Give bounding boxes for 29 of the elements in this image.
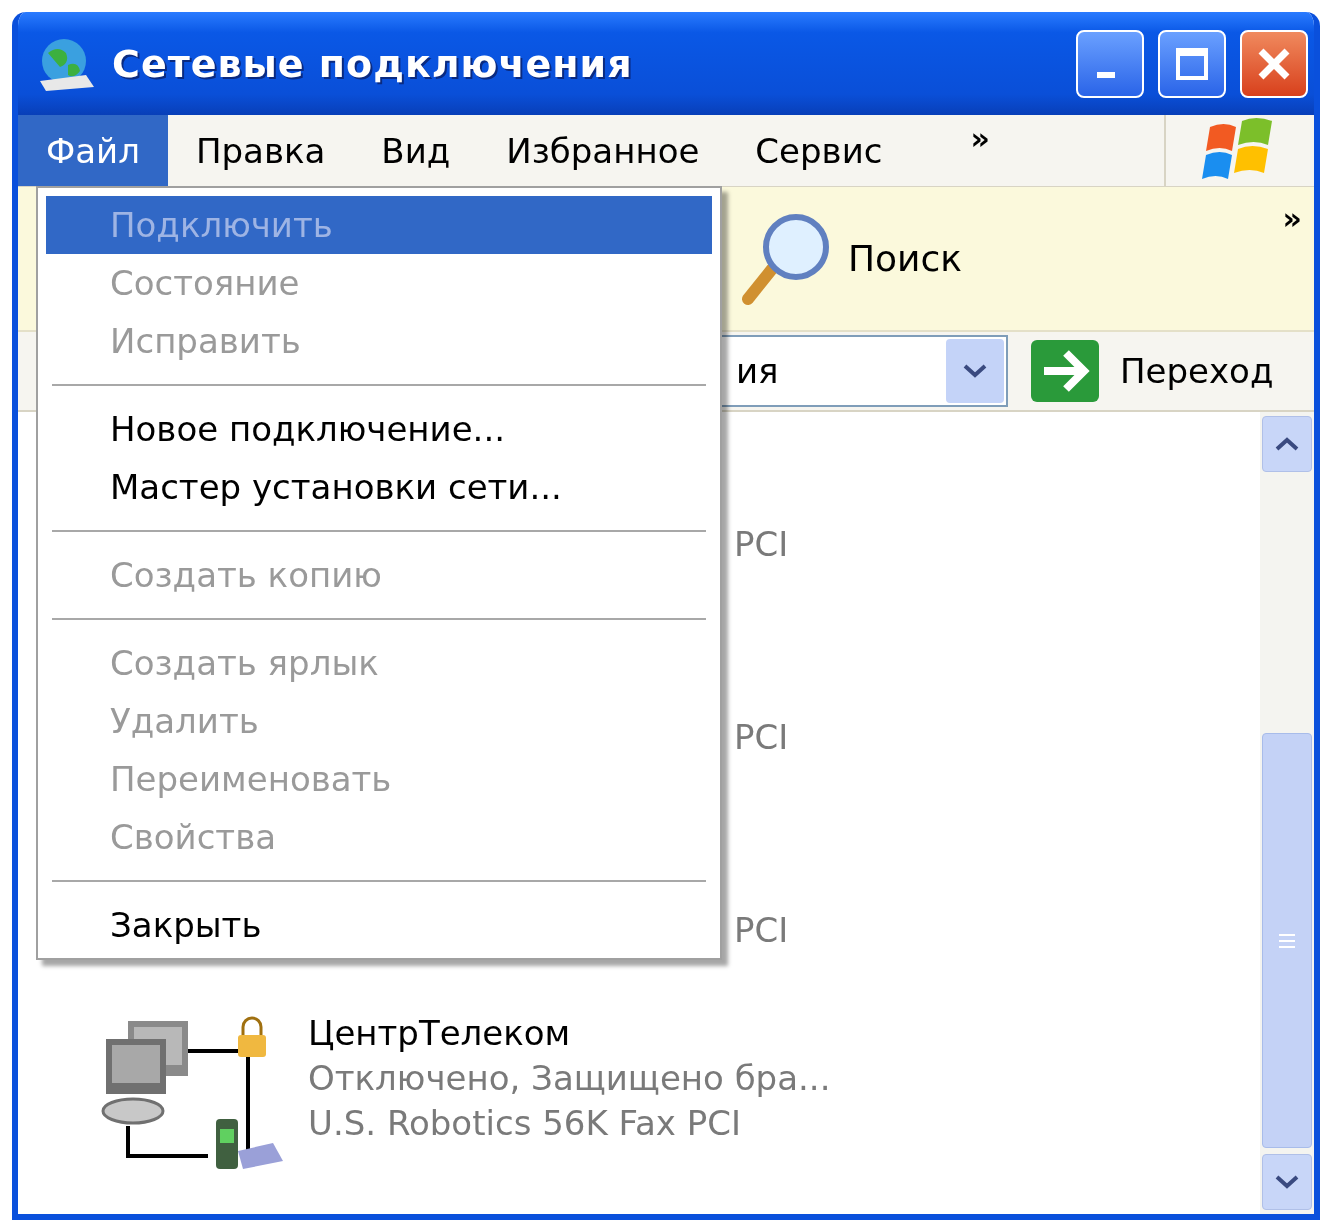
connection-name[interactable]: ЦентрТелеком (308, 1011, 831, 1056)
search-label[interactable]: Поиск (848, 238, 963, 279)
dropdown-chevron-icon (962, 363, 988, 379)
device-name: PCI (734, 716, 789, 759)
menu-overflow-chevron[interactable]: » (910, 115, 1000, 156)
close-button[interactable] (1240, 29, 1308, 98)
go-button[interactable]: Переход (1030, 339, 1274, 403)
grip-icon (1277, 932, 1297, 949)
minimize-button[interactable] (1076, 29, 1144, 98)
connection-status: Отключено, Защищено бра... (308, 1057, 831, 1100)
toolbar-overflow-chevron[interactable]: » (1282, 201, 1302, 236)
device-name: PCI (734, 909, 789, 952)
menu-option[interactable]: Закрыть (46, 896, 712, 954)
window-title: Сетевые подключения (112, 41, 634, 86)
maximize-icon (1174, 45, 1210, 82)
scroll-thumb[interactable] (1262, 733, 1312, 1148)
menu-item[interactable]: Файл (18, 115, 168, 186)
maximize-button[interactable] (1158, 29, 1226, 98)
device-name: PCI (734, 523, 789, 566)
scroll-up-button[interactable] (1262, 416, 1312, 472)
menu-item[interactable]: Избранное (478, 115, 728, 186)
minimize-icon (1097, 71, 1115, 78)
menu-item[interactable]: Сервис (727, 115, 911, 186)
menu-item[interactable]: Вид (353, 115, 479, 186)
device-name: U.S. Robotics 56K Fax PCI (308, 1102, 742, 1145)
address-dropdown-button[interactable] (946, 339, 1004, 403)
menu-option[interactable]: Мастер установки сети... (46, 458, 712, 516)
menu-item[interactable]: Правка (167, 115, 354, 186)
scroll-down-button[interactable] (1262, 1154, 1312, 1210)
